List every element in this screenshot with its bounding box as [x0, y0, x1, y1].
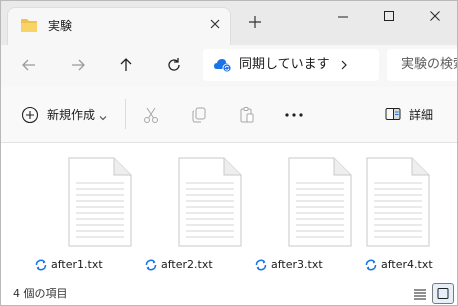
status-bar: 4 個の項目	[1, 283, 457, 305]
details-pane-icon	[385, 107, 401, 121]
file-item[interactable]: after2.txt	[144, 153, 244, 271]
list-view-icon[interactable]	[413, 287, 427, 301]
item-count: 4 個の項目	[13, 287, 68, 300]
more-icon[interactable]	[283, 107, 305, 123]
maximize-icon[interactable]	[374, 7, 404, 27]
details-label: 詳細	[409, 108, 434, 122]
text-file-icon	[68, 157, 132, 247]
minimize-icon[interactable]	[328, 7, 358, 27]
address-bar[interactable]: 同期しています	[203, 49, 379, 81]
sync-icon	[34, 258, 48, 272]
navigation-bar: 同期しています 実験の検索	[1, 45, 457, 87]
file-name: after1.txt	[51, 258, 103, 271]
file-item[interactable]: after4.txt	[331, 153, 441, 271]
file-name: after2.txt	[161, 258, 213, 271]
large-icons-view-button[interactable]	[432, 283, 454, 304]
clipboard-icon[interactable]	[238, 106, 256, 124]
file-explorer-window: 実験 同期しています 実験の検 新規作成 詳細 after1.txt after…	[0, 0, 458, 306]
chevron-right-icon[interactable]	[337, 57, 351, 73]
sync-icon	[254, 258, 268, 272]
up-arrow-icon[interactable]	[116, 55, 136, 75]
file-item[interactable]: after1.txt	[34, 153, 134, 271]
folder-icon	[20, 18, 38, 33]
chevron-down-icon	[99, 111, 107, 121]
tab-title: 実験	[48, 19, 73, 33]
title-bar: 実験	[1, 1, 457, 45]
sync-cloud-icon	[213, 57, 233, 73]
new-button-label: 新規作成	[47, 108, 96, 122]
plus-icon[interactable]	[247, 15, 263, 31]
back-arrow-icon[interactable]	[19, 55, 39, 75]
file-name: after4.txt	[381, 258, 433, 271]
tab-jikken[interactable]: 実験	[7, 7, 231, 45]
tiles-view-icon	[437, 288, 449, 299]
refresh-icon[interactable]	[164, 55, 184, 75]
search-placeholder: 実験の検索	[401, 57, 457, 72]
sync-icon	[364, 258, 378, 272]
text-file-icon	[366, 157, 430, 247]
forward-arrow-icon[interactable]	[68, 55, 88, 75]
sync-icon	[144, 258, 158, 272]
close-icon[interactable]	[208, 18, 222, 32]
toolbar-divider	[125, 99, 126, 129]
file-grid: after1.txt after2.txt after3.txt after4.…	[1, 143, 457, 283]
new-button[interactable]: 新規作成	[15, 103, 115, 127]
scissors-icon[interactable]	[142, 106, 160, 124]
copy-icon[interactable]	[190, 106, 208, 124]
search-input[interactable]: 実験の検索	[387, 49, 457, 81]
plus-circle-icon	[21, 106, 39, 124]
details-button[interactable]: 詳細	[379, 103, 449, 127]
address-text: 同期しています	[239, 57, 330, 72]
window-close-icon[interactable]	[420, 7, 450, 27]
command-bar: 新規作成 詳細	[1, 87, 457, 143]
text-file-icon	[178, 157, 242, 247]
file-name: after3.txt	[271, 258, 323, 271]
